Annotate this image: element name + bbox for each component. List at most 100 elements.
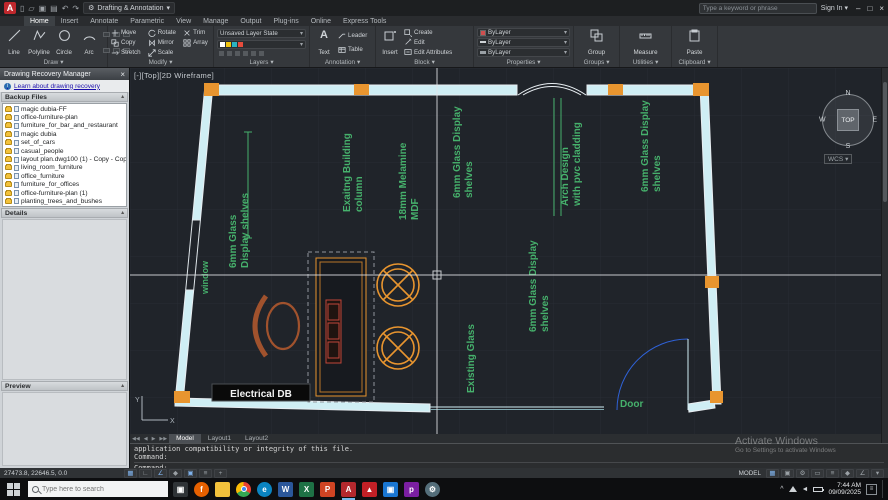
trim-button[interactable]: Trim <box>183 29 210 37</box>
photos-app-icon[interactable]: ▣ <box>383 482 398 497</box>
panel-expand-icon[interactable]: ▾ <box>357 59 360 66</box>
compass-north[interactable]: N <box>845 90 850 97</box>
column-marker[interactable] <box>693 83 709 96</box>
maximize-icon[interactable]: □ <box>867 4 872 13</box>
layout1-tab[interactable]: Layout1 <box>201 434 238 443</box>
layer-state-dropdown[interactable]: Unsaved Layer State▾ <box>217 29 306 38</box>
battery-icon[interactable] <box>813 487 823 492</box>
backup-file-item[interactable]: layout plan.dwg100 (1) - Copy - Cop <box>3 155 126 163</box>
open-file-icon[interactable]: ▱ <box>28 4 34 13</box>
tab-parametric[interactable]: Parametric <box>124 16 170 26</box>
command-line-panel[interactable]: application compatibility or integrity o… <box>130 443 888 468</box>
workspace-switch-button[interactable]: ⚙ <box>796 469 809 478</box>
collapse-icon[interactable]: ▴ <box>121 383 124 389</box>
sign-in-button[interactable]: Sign In ▾ <box>821 4 848 12</box>
backup-file-item[interactable]: casual_people <box>3 147 126 155</box>
group-button[interactable]: Group <box>586 28 608 57</box>
snap-toggle[interactable]: ∟ <box>139 469 152 478</box>
viewcube-top-face[interactable]: TOP <box>837 109 859 131</box>
paste-button[interactable]: Paste <box>684 28 706 57</box>
units-button[interactable]: ▭ <box>811 469 824 478</box>
vertical-scrollbar[interactable] <box>881 68 888 443</box>
text-button[interactable]: A Text <box>313 28 335 57</box>
layer-dropdown[interactable]: ▾ <box>217 40 306 49</box>
lineweight-dropdown[interactable]: ByLayer▾ <box>477 48 570 57</box>
object-color-dropdown[interactable]: ByLayer▾ <box>477 28 570 37</box>
tab-home[interactable]: Home <box>24 16 55 26</box>
customize-button[interactable]: ▾ <box>871 469 884 478</box>
close-icon[interactable]: × <box>120 70 125 79</box>
backup-file-item[interactable]: office-furniture-plan (1) <box>3 189 126 197</box>
edge-app-icon[interactable]: e <box>257 482 272 497</box>
linetype-dropdown[interactable]: ByLayer▾ <box>477 38 570 47</box>
backup-file-item[interactable]: furniture_for_bar_and_restaurant <box>3 122 126 130</box>
minimize-icon[interactable]: – <box>856 4 860 13</box>
wcs-dropdown[interactable]: WCS▾ <box>824 154 852 164</box>
line-button[interactable]: Line <box>3 28 25 57</box>
save-icon[interactable]: ▣ <box>39 4 47 13</box>
paint-app-icon[interactable]: p <box>404 482 419 497</box>
firefox-app-icon[interactable]: f <box>194 482 209 497</box>
panel-expand-icon[interactable]: ▾ <box>432 59 435 66</box>
word-app-icon[interactable]: W <box>278 482 293 497</box>
array-button[interactable]: Array <box>183 39 210 47</box>
backup-file-item[interactable]: furniture_for_offices <box>3 181 126 189</box>
layout-nav-first-icon[interactable]: ◀◀ <box>130 434 142 443</box>
tab-insert[interactable]: Insert <box>55 16 85 26</box>
polar-toggle[interactable]: ◆ <box>169 469 182 478</box>
tab-express-tools[interactable]: Express Tools <box>337 16 392 26</box>
circle-button[interactable]: Circle <box>53 28 75 57</box>
network-icon[interactable] <box>789 486 797 492</box>
panel-expand-icon[interactable]: ▾ <box>60 59 63 66</box>
panel-expand-icon[interactable]: ▾ <box>655 59 658 66</box>
grid-toggle[interactable]: ▦ <box>124 469 137 478</box>
leader-button[interactable]: Leader <box>338 31 367 39</box>
tab-annotate[interactable]: Annotate <box>84 16 124 26</box>
column-marker[interactable] <box>354 84 369 95</box>
compass-south[interactable]: S <box>846 143 851 150</box>
collapse-icon[interactable]: ▴ <box>121 210 124 216</box>
floor-plan[interactable]: Electrical DB 6mm Glass Display shelves … <box>130 68 881 434</box>
stretch-button[interactable]: Stretch <box>111 49 143 57</box>
quick-properties-button[interactable]: ≡ <box>826 469 839 478</box>
autocad-logo-icon[interactable]: A <box>4 2 16 14</box>
backup-file-item[interactable]: magic dubia-FF <box>3 105 126 113</box>
panel-expand-icon[interactable]: ▾ <box>270 59 273 66</box>
edit-attributes-button[interactable]: Edit Attributes <box>404 48 452 56</box>
redo-icon[interactable]: ↷ <box>72 4 79 13</box>
arc-button[interactable]: Arc <box>78 28 100 57</box>
panel-expand-icon[interactable]: ▾ <box>537 59 540 66</box>
excel-app-icon[interactable]: X <box>299 482 314 497</box>
layout-nav-prev-icon[interactable]: ◀ <box>142 434 150 443</box>
backup-file-item[interactable]: set_of_cars <box>3 139 126 147</box>
label-window[interactable]: window <box>200 260 210 295</box>
table-button[interactable]: Table <box>338 46 367 54</box>
scrollbar-thumb[interactable] <box>883 82 887 202</box>
layout-nav-next-icon[interactable]: ▶ <box>150 434 158 443</box>
panel-expand-icon[interactable]: ▾ <box>707 59 710 66</box>
electrical-db-box[interactable]: Electrical DB <box>212 384 310 401</box>
backup-file-item[interactable]: magic dubia <box>3 130 126 138</box>
insert-block-button[interactable]: Insert <box>379 28 401 57</box>
task-view-button[interactable]: ▣ <box>173 482 188 497</box>
annotation-visibility-button[interactable]: ▣ <box>781 469 794 478</box>
taskbar-search[interactable] <box>28 481 168 497</box>
backup-file-item[interactable]: office-furniture-plan <box>3 113 126 121</box>
tab-manage[interactable]: Manage <box>197 16 234 26</box>
tab-output[interactable]: Output <box>234 16 267 26</box>
model-space-indicator[interactable]: MODEL <box>736 470 764 477</box>
volume-icon[interactable]: ◄ <box>802 486 809 493</box>
mirror-button[interactable]: Mirror <box>148 39 178 47</box>
column-marker[interactable] <box>204 83 219 96</box>
backup-files-list[interactable]: magic dubia-FF office-furniture-plan fur… <box>2 103 127 207</box>
start-button[interactable] <box>3 480 23 498</box>
layout-nav-last-icon[interactable]: ▶▶ <box>157 434 169 443</box>
ortho-toggle[interactable]: ∠ <box>154 469 167 478</box>
show-desktop-button[interactable] <box>882 480 885 498</box>
backup-files-header[interactable]: Backup Files▴ <box>1 92 128 102</box>
osnap-toggle[interactable]: ▣ <box>184 469 197 478</box>
viewport-controls[interactable]: [-][Top][2D Wireframe] <box>134 71 214 80</box>
tab-online[interactable]: Online <box>305 16 337 26</box>
panel-expand-icon[interactable]: ▾ <box>606 59 609 66</box>
scale-button[interactable]: Scale <box>148 49 178 57</box>
